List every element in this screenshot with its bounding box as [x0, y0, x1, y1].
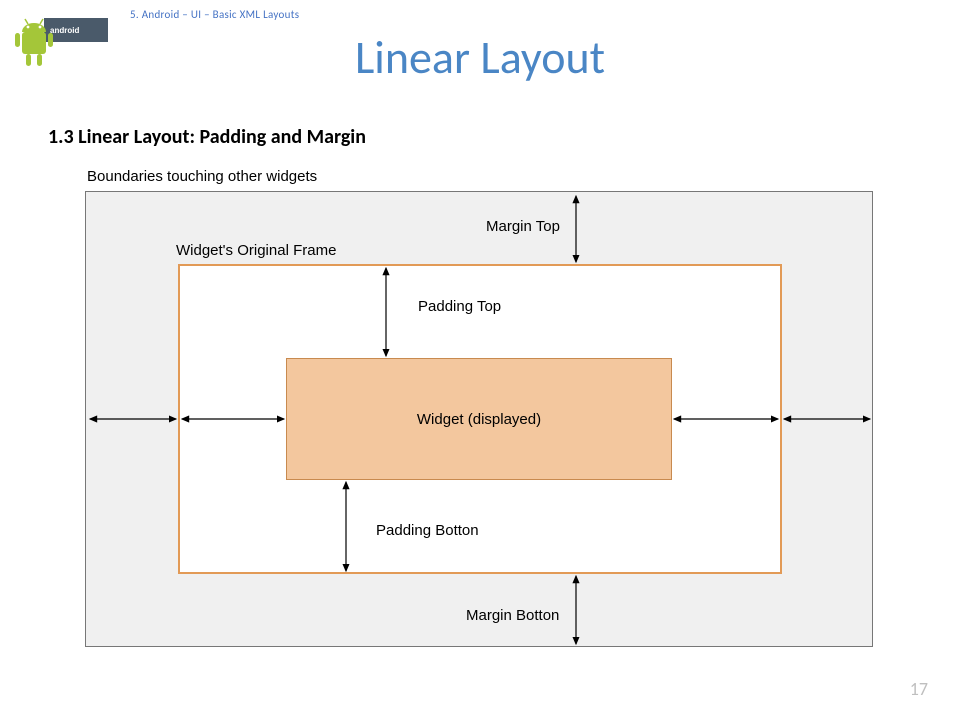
- page-title: Linear Layout: [0, 30, 960, 86]
- padding-top-label: Padding Top: [418, 298, 501, 315]
- section-heading: 1.3 Linear Layout: Padding and Margin: [48, 125, 366, 149]
- padding-bottom-label: Padding Botton: [376, 522, 479, 539]
- margin-bottom-label: Margin Botton: [466, 607, 559, 624]
- widget-label: Widget (displayed): [417, 411, 541, 428]
- frame-label: Widget's Original Frame: [176, 242, 336, 259]
- boundaries-label: Boundaries touching other widgets: [87, 168, 875, 185]
- diagram-container: Boundaries touching other widgets Widget…: [85, 168, 875, 647]
- margin-top-label: Margin Top: [486, 218, 560, 235]
- widget-box: Widget (displayed): [286, 358, 672, 480]
- outer-boundary-box: Widget's Original Frame Widget (displaye…: [85, 191, 873, 647]
- page-number: 17: [910, 678, 928, 700]
- breadcrumb: 5. Android – UI – Basic XML Layouts: [130, 8, 299, 21]
